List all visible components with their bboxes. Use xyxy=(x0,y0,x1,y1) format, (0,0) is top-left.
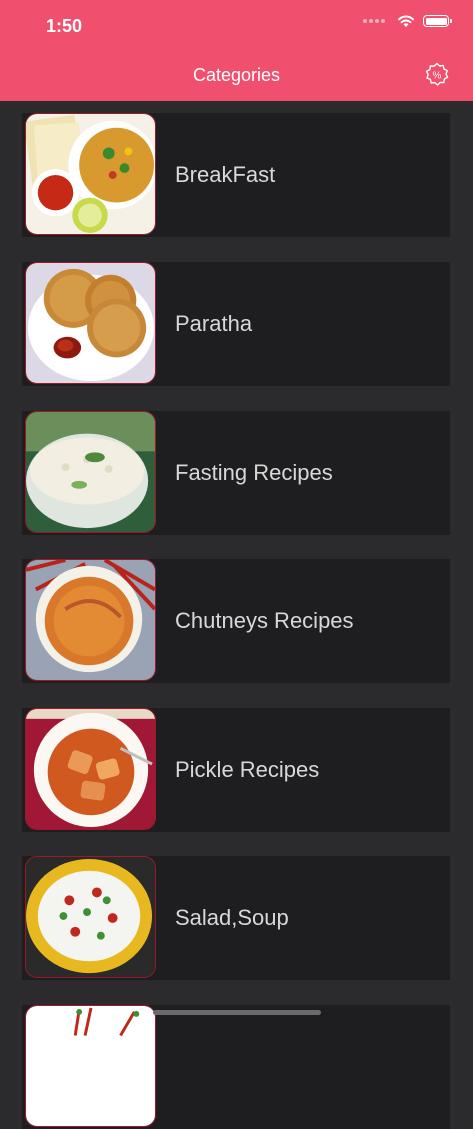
category-label: Chutneys Recipes xyxy=(175,608,354,633)
status-time: 1:50 xyxy=(46,16,83,36)
category-list: BreakFast Paratha Fasting Recipes Chutne… xyxy=(0,101,473,1129)
wifi-icon xyxy=(398,15,414,27)
page-title: Categories xyxy=(192,65,281,85)
category-row-chutneys-recipes[interactable]: Chutneys Recipes xyxy=(22,559,450,683)
salad-soup-thumbnail xyxy=(25,856,156,978)
discount-settings-button[interactable]: % xyxy=(424,62,450,88)
breakfast-thumbnail xyxy=(25,113,156,235)
category-label: Pickle Recipes xyxy=(175,757,320,782)
chutneys-recipes-thumbnail xyxy=(25,559,156,681)
category-row-pickle-recipes[interactable]: Pickle Recipes xyxy=(22,708,450,832)
category-row-fasting-recipes[interactable]: Fasting Recipes xyxy=(22,411,450,535)
percent-badge-icon: % xyxy=(425,62,449,86)
category-label: Paratha xyxy=(175,311,253,336)
category-row-breakfast[interactable]: BreakFast xyxy=(22,113,450,237)
fasting-recipes-thumbnail xyxy=(25,411,156,533)
home-indicator xyxy=(153,1010,321,1015)
svg-text:%: % xyxy=(433,71,442,82)
paratha-thumbnail xyxy=(25,262,156,384)
signal-dots-icon xyxy=(363,19,385,23)
category-row-paratha[interactable]: Paratha xyxy=(22,262,450,386)
battery-icon xyxy=(423,15,452,27)
category-label: Salad,Soup xyxy=(175,905,289,930)
category-label: BreakFast xyxy=(175,162,276,187)
category-label: Fasting Recipes xyxy=(175,460,333,485)
partial-thumbnail xyxy=(25,1005,156,1127)
pickle-recipes-thumbnail xyxy=(25,708,156,830)
navigation-header: 1:50 Categories % xyxy=(0,0,473,101)
category-row-salad-soup[interactable]: Salad,Soup xyxy=(22,856,450,980)
status-icons xyxy=(363,14,452,28)
